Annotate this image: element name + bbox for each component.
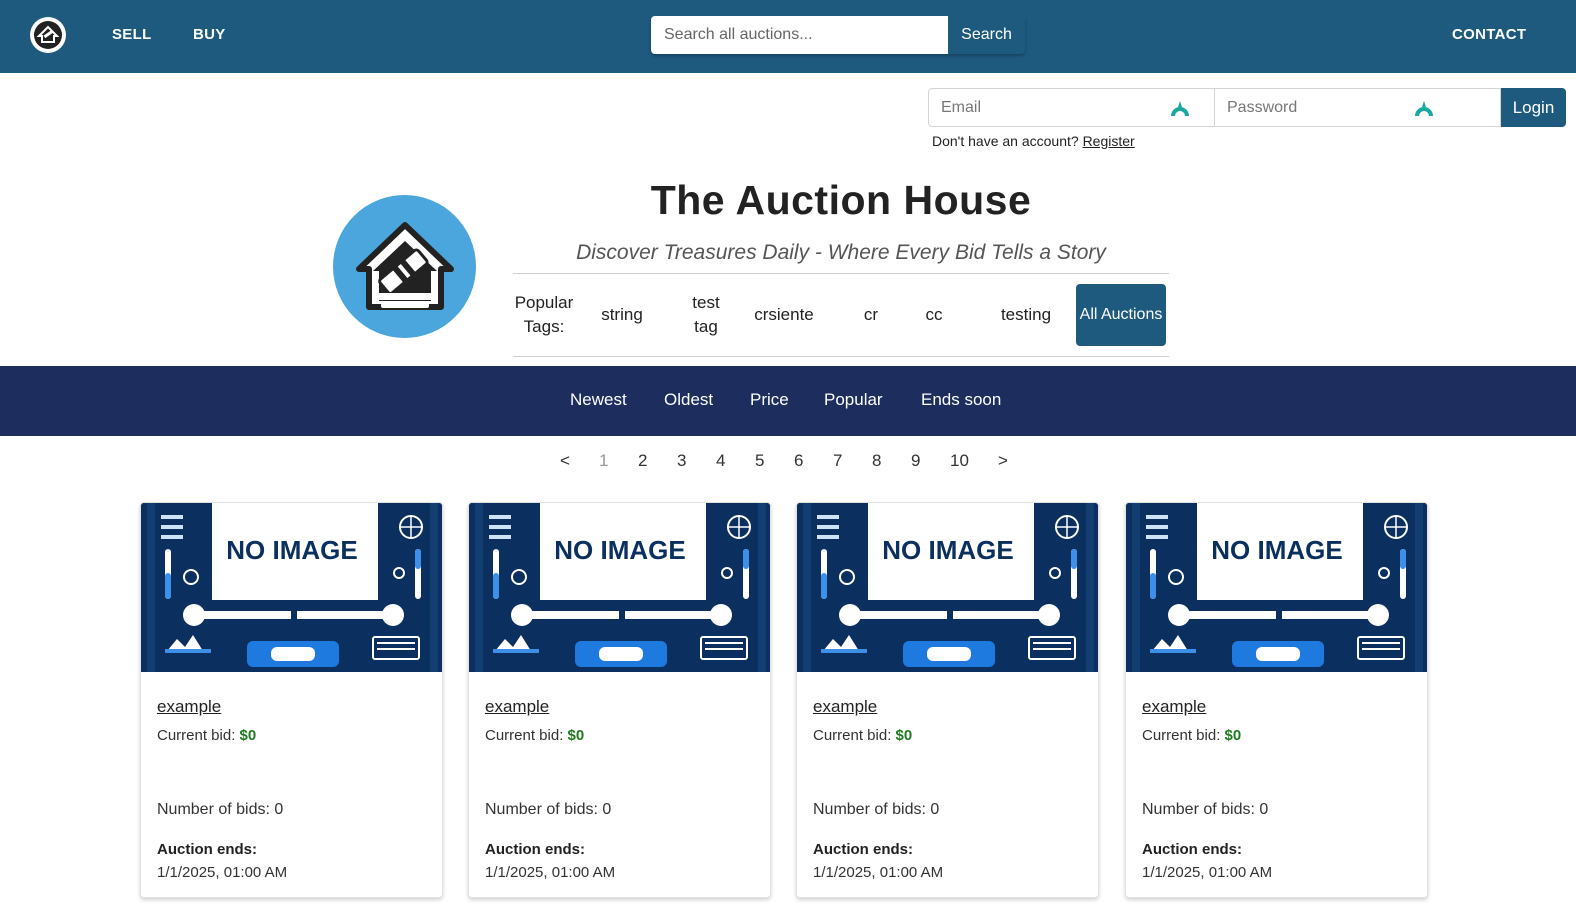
popular-tags-label: Popular Tags:	[514, 293, 574, 336]
current-bid-value: $0	[895, 727, 913, 744]
tag-cr[interactable]: cr	[862, 303, 880, 327]
pagination-page-2[interactable]: 2	[638, 451, 647, 471]
auction-title-link[interactable]: example	[485, 697, 549, 717]
bid-count: Number of bids: 0	[813, 801, 940, 818]
password-manager-icon[interactable]	[1169, 98, 1191, 118]
nav-buy-link[interactable]: BUY	[193, 26, 226, 43]
top-navbar: SELL BUY Search CONTACT	[0, 0, 1576, 73]
current-bid-value: $0	[239, 727, 257, 744]
search-bar: Search	[651, 16, 1025, 54]
auction-ends-value: 1/1/2025, 01:00 AM	[485, 864, 616, 881]
current-bid-label: Current bid:	[813, 727, 892, 744]
no-image-text: NO IMAGE	[882, 535, 1013, 565]
sort-popular[interactable]: Popular	[824, 390, 883, 410]
pagination-page-1[interactable]: 1	[599, 451, 608, 471]
password-manager-icon[interactable]	[1413, 98, 1435, 118]
login-button[interactable]: Login	[1501, 88, 1566, 127]
no-image-placeholder[interactable]: NO IMAGE	[797, 503, 1098, 672]
no-image-text: NO IMAGE	[226, 535, 357, 565]
no-image-placeholder[interactable]: NO IMAGE	[469, 503, 770, 672]
no-image-text: NO IMAGE	[1211, 535, 1342, 565]
pagination-page-3[interactable]: 3	[677, 451, 686, 471]
tag-string[interactable]: string	[599, 303, 645, 327]
current-bid: Current bid: $0	[157, 727, 256, 744]
tag-crsiente[interactable]: crsiente	[752, 303, 816, 327]
pagination-page-10[interactable]: 10	[950, 451, 969, 471]
search-button[interactable]: Search	[948, 16, 1025, 54]
current-bid-label: Current bid:	[485, 727, 564, 744]
no-image-placeholder[interactable]: NO IMAGE	[1126, 503, 1427, 672]
no-image-placeholder[interactable]: NO IMAGE	[141, 503, 442, 672]
site-title: The Auction House	[650, 177, 1032, 223]
pagination-page-9[interactable]: 9	[911, 451, 920, 471]
email-field-wrapper	[928, 88, 1215, 127]
current-bid-label: Current bid:	[157, 727, 236, 744]
register-link[interactable]: Register	[1083, 133, 1135, 149]
tag-testing[interactable]: testing	[998, 303, 1054, 327]
current-bid: Current bid: $0	[813, 727, 912, 744]
site-logo-icon[interactable]	[30, 17, 66, 53]
all-auctions-button[interactable]: All Auctions	[1076, 284, 1166, 346]
auction-title-link[interactable]: example	[157, 697, 221, 717]
auction-title-link[interactable]: example	[813, 697, 877, 717]
nav-contact-link[interactable]: CONTACT	[1452, 26, 1526, 43]
current-bid: Current bid: $0	[1142, 727, 1241, 744]
no-image-text: NO IMAGE	[554, 535, 685, 565]
pagination-prev[interactable]: <	[560, 451, 570, 471]
current-bid-value: $0	[567, 727, 585, 744]
auction-ends-value: 1/1/2025, 01:00 AM	[1142, 864, 1273, 881]
auction-ends-value: 1/1/2025, 01:00 AM	[157, 864, 288, 881]
pagination-page-5[interactable]: 5	[755, 451, 764, 471]
site-tagline: Discover Treasures Daily - Where Every B…	[576, 241, 1106, 264]
sort-price[interactable]: Price	[750, 390, 789, 410]
sort-bar: Newest Oldest Price Popular Ends soon	[0, 366, 1576, 436]
auction-card[interactable]: NO IMAGE example Current bid: $0 Number …	[468, 502, 771, 898]
auction-card[interactable]: NO IMAGE example Current bid: $0 Number …	[796, 502, 1099, 898]
nav-sell-link[interactable]: SELL	[112, 26, 152, 43]
auction-ends-label: Auction ends:	[485, 841, 585, 858]
search-input[interactable]	[651, 16, 948, 54]
sort-oldest[interactable]: Oldest	[664, 390, 713, 410]
tag-cc[interactable]: cc	[925, 303, 943, 327]
pagination-page-8[interactable]: 8	[872, 451, 881, 471]
hero-logo-icon	[333, 195, 476, 338]
sort-newest[interactable]: Newest	[570, 390, 627, 410]
pagination-page-4[interactable]: 4	[716, 451, 725, 471]
current-bid-value: $0	[1224, 727, 1242, 744]
pagination-page-7[interactable]: 7	[833, 451, 842, 471]
pagination-page-6[interactable]: 6	[794, 451, 803, 471]
auction-card[interactable]: NO IMAGE example Current bid: $0 Number …	[1125, 502, 1428, 898]
register-prompt-text: Don't have an account?	[932, 133, 1079, 149]
current-bid: Current bid: $0	[485, 727, 584, 744]
auction-ends-label: Auction ends:	[813, 841, 913, 858]
pagination-next[interactable]: >	[998, 451, 1008, 471]
password-field[interactable]	[1215, 89, 1500, 126]
current-bid-label: Current bid:	[1142, 727, 1221, 744]
login-form: Login	[928, 88, 1566, 127]
popular-tags-bar: Popular Tags: string test tag crsiente c…	[513, 273, 1169, 357]
auction-ends-label: Auction ends:	[157, 841, 257, 858]
bid-count: Number of bids: 0	[485, 801, 612, 818]
password-field-wrapper	[1215, 88, 1501, 127]
auction-ends-label: Auction ends:	[1142, 841, 1242, 858]
bid-count: Number of bids: 0	[1142, 801, 1269, 818]
auction-title-link[interactable]: example	[1142, 697, 1206, 717]
bid-count: Number of bids: 0	[157, 801, 284, 818]
sort-ends-soon[interactable]: Ends soon	[921, 390, 1001, 410]
tag-test-tag[interactable]: test tag	[690, 291, 722, 339]
auction-ends-value: 1/1/2025, 01:00 AM	[813, 864, 944, 881]
register-prompt: Don't have an account? Register	[932, 133, 1135, 149]
auction-card[interactable]: NO IMAGE example Current bid: $0 Number …	[140, 502, 443, 898]
